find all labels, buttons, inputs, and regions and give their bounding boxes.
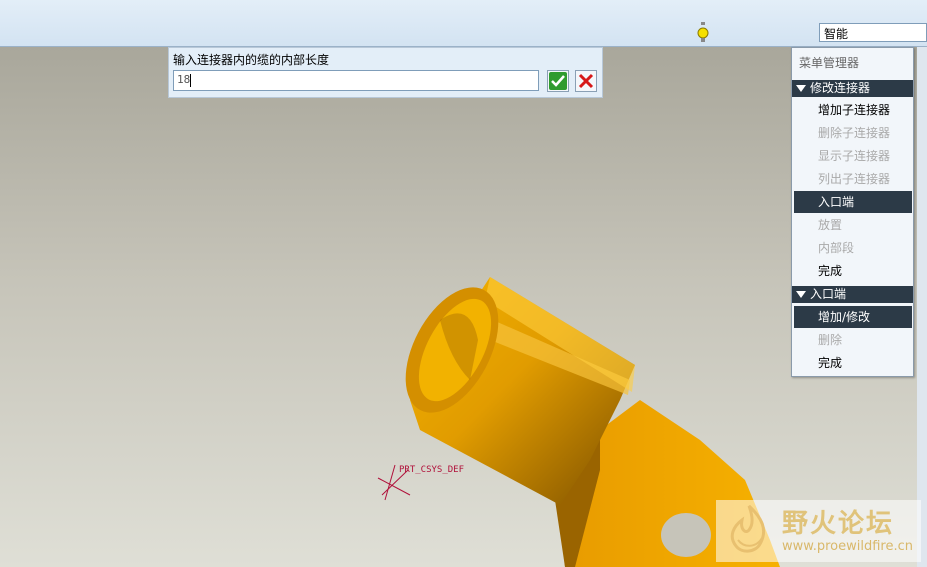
selection-filter-dropdown[interactable]: 智能 (819, 23, 927, 42)
menu-manager-title: 菜单管理器 (799, 56, 860, 70)
menu-item-list-subconnector: 列出子连接器 (818, 172, 891, 186)
menu-item-add-modify[interactable]: 增加/修改 (794, 306, 912, 328)
watermark-url: www.proewildfire.cn (782, 539, 913, 554)
connector-part-3d-model (377, 277, 780, 567)
menu-header-modify-connector[interactable]: 修改连接器 (792, 80, 913, 97)
menu-item-delete-subconnector: 删除子连接器 (818, 126, 891, 140)
input-prompt-panel: 输入连接器内的缆的内部长度 18 (168, 47, 603, 98)
checkmark-icon (549, 72, 567, 90)
cancel-button[interactable] (575, 70, 597, 92)
csys-label: PRT_CSYS_DEF (399, 465, 465, 475)
right-toolbar-strip (917, 47, 927, 567)
close-x-icon (578, 73, 594, 89)
menu-manager: 菜单管理器 修改连接器 增加子连接器 删除子连接器 显示子连接器 列出子连接器 … (791, 47, 914, 377)
menu-header-label: 入口端 (810, 287, 847, 301)
menu-header-label: 修改连接器 (810, 81, 871, 95)
triangle-down-icon (796, 291, 806, 298)
menu-item-show-subconnector: 显示子连接器 (818, 149, 891, 163)
menu-item-add-subconnector[interactable]: 增加子连接器 (794, 99, 912, 121)
cable-length-input[interactable]: 18 (173, 70, 539, 91)
watermark-title: 野火论坛 (782, 509, 895, 539)
text-caret (190, 73, 192, 87)
flame-logo-icon (730, 504, 765, 553)
menu-item-done[interactable]: 完成 (794, 260, 912, 282)
triangle-down-icon (796, 85, 806, 92)
menu-item-internal-segment: 内部段 (818, 241, 855, 255)
menu-item-done-entry[interactable]: 完成 (794, 352, 912, 374)
input-value: 18 (177, 73, 191, 86)
forum-watermark: 野火论坛 www.proewildfire.cn (716, 500, 921, 562)
model-viewport[interactable]: PRT_CSYS_DEF (0, 47, 927, 567)
menu-header-entry-port[interactable]: 入口端 (792, 286, 913, 303)
top-toolbar: 智能 (0, 0, 927, 47)
prompt-label: 输入连接器内的缆的内部长度 (173, 53, 330, 67)
accept-button[interactable] (547, 70, 569, 92)
menu-item-placement: 放置 (818, 218, 843, 232)
menu-item-entry-port[interactable]: 入口端 (794, 191, 912, 213)
traffic-light-icon[interactable] (696, 22, 710, 42)
menu-item-delete: 删除 (818, 333, 843, 347)
